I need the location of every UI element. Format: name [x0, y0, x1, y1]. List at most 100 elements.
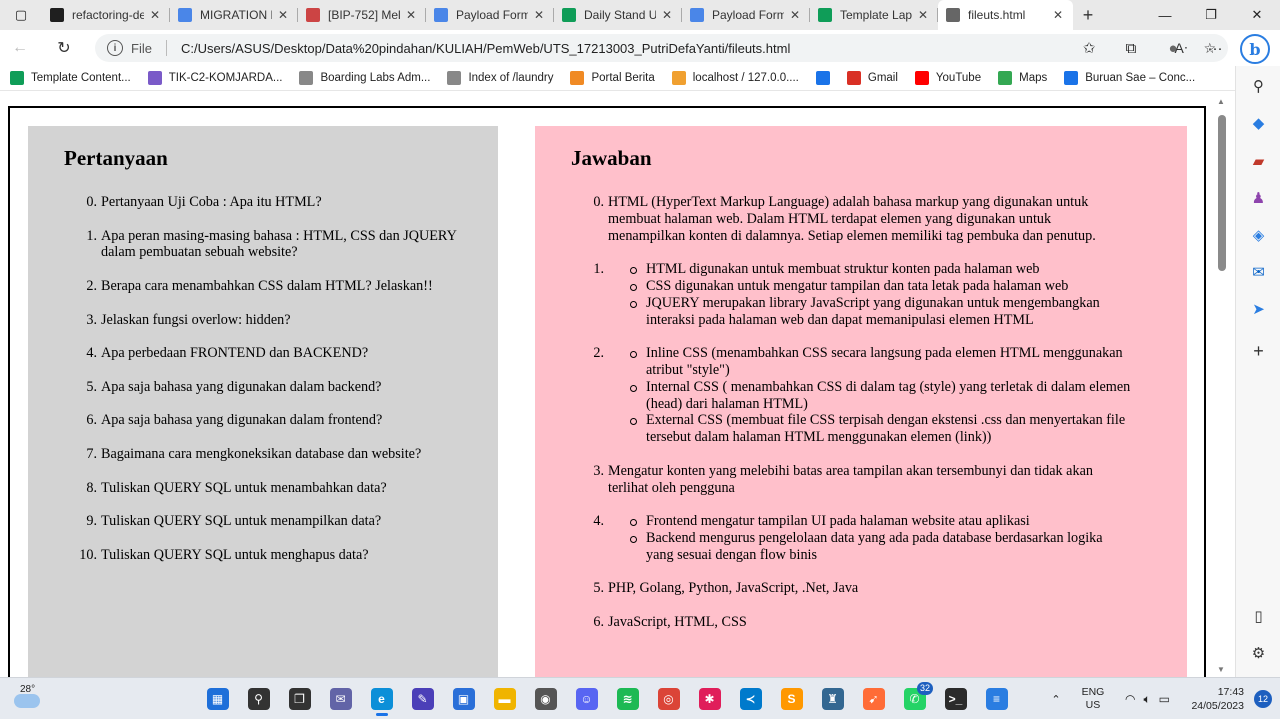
taskbar-vs-editor[interactable]: ✎ — [402, 682, 443, 716]
tag-icon[interactable]: ◆ — [1236, 108, 1280, 138]
clock[interactable]: 17:43 24/05/2023 — [1180, 685, 1250, 713]
question-text: Tuliskan QUERY SQL untuk menambahkan dat… — [101, 479, 387, 496]
collections-icon[interactable]: ⧉ — [1110, 40, 1152, 57]
chat-icon: ✉ — [329, 688, 352, 710]
taskbar-postman[interactable]: ➹ — [853, 682, 894, 716]
weather-widget[interactable]: 28° — [10, 682, 50, 716]
bookmark-1[interactable]: TIK-C2-KOMJARDA... — [147, 71, 282, 85]
tab-label: refactoring-de — [72, 8, 144, 22]
tab-4[interactable]: Daily Stand U ✕ — [554, 0, 682, 30]
url-text[interactable]: C:/Users/ASUS/Desktop/Data%20pindahan/KU… — [181, 41, 790, 56]
chevron-up-icon[interactable]: ⌃ — [1041, 693, 1071, 706]
sheets-icon — [562, 8, 576, 22]
globe-icon — [147, 71, 162, 85]
bookmark-9[interactable]: Maps — [998, 71, 1047, 85]
profile-icon[interactable]: ● — [1152, 40, 1194, 57]
answer-subitem: Inline CSS (menambahkan CSS secara langs… — [630, 345, 1131, 379]
back-button[interactable]: ← — [0, 30, 40, 66]
taskbar-explorer[interactable]: ▬ — [484, 682, 525, 716]
bing-copilot-icon[interactable]: b — [1240, 34, 1270, 64]
settings-icon[interactable]: ⚙ — [1236, 638, 1280, 668]
answer-number: 3. — [593, 462, 604, 479]
taskbar-task-view[interactable]: ❐ — [279, 682, 320, 716]
close-tab-icon[interactable]: ✕ — [404, 8, 418, 22]
taskbar-discord[interactable]: ☺ — [566, 682, 607, 716]
question-number: 5. — [86, 378, 97, 395]
question-item: 1. Apa peran masing-masing bahasa : HTML,… — [64, 228, 464, 262]
answer-item: 1. HTML digunakan untuk membuat struktur … — [571, 261, 1131, 328]
taskbar-search[interactable]: ⚲ — [238, 682, 279, 716]
taskbar-spotify[interactable]: ≋ — [607, 682, 648, 716]
minimize-icon[interactable]: — — [1142, 0, 1188, 30]
taskbar-vscode[interactable]: ≺ — [730, 682, 771, 716]
close-tab-icon[interactable]: ✕ — [148, 8, 162, 22]
taskbar-notepad[interactable]: ≡ — [976, 682, 1017, 716]
close-window-icon[interactable]: ✕ — [1234, 0, 1280, 30]
bookmark-0[interactable]: Template Content... — [10, 71, 131, 85]
question-item: 8. Tuliskan QUERY SQL untuk menambahkan d… — [64, 480, 464, 497]
tab-7[interactable]: fileuts.html ✕ — [938, 0, 1073, 30]
games-icon[interactable]: ♟ — [1236, 183, 1280, 213]
question-item: 0. Pertanyaan Uji Coba : Apa itu HTML? — [64, 194, 464, 211]
address-bar[interactable]: i File C:/Users/ASUS/Desktop/Data%20pind… — [95, 34, 1228, 62]
taskbar-chrome[interactable]: ◎ — [648, 682, 689, 716]
docs-icon — [434, 8, 448, 22]
refresh-button[interactable]: ↻ — [44, 30, 84, 66]
info-icon[interactable]: i — [107, 40, 123, 56]
add-icon[interactable]: + — [1236, 336, 1280, 366]
tab-6[interactable]: Template Lap ✕ — [810, 0, 938, 30]
scroll-up-icon[interactable]: ▲ — [1217, 97, 1225, 106]
system-tray: ⌃ ENG US ◠ 🔈︎ ▭ 17:43 24/05/2023 12 — [1041, 678, 1280, 719]
taskbar-sublime[interactable]: S — [771, 682, 812, 716]
bookmark-2[interactable]: Boarding Labs Adm... — [299, 71, 430, 85]
tab-3[interactable]: Payload Form ✕ — [426, 0, 554, 30]
bookmark-3[interactable]: Index of /laundry — [447, 71, 553, 85]
outlook-icon[interactable]: ✉ — [1236, 257, 1280, 287]
taskbar-slack[interactable]: ✱ — [689, 682, 730, 716]
bookmark-label: Boarding Labs Adm... — [320, 72, 431, 84]
close-tab-icon[interactable]: ✕ — [660, 8, 674, 22]
bookmark-5[interactable]: localhost / 127.0.0.... — [671, 71, 799, 85]
taskbar-terminal[interactable]: >_ — [935, 682, 976, 716]
gmail-icon — [846, 71, 861, 85]
taskbar-start[interactable]: ▦ — [197, 682, 238, 716]
tab-5[interactable]: Payload Form ✕ — [682, 0, 810, 30]
tab-0[interactable]: refactoring-de ✕ — [42, 0, 170, 30]
taskbar-edge[interactable]: e — [361, 682, 402, 716]
taskbar-whatsapp[interactable]: ✆ 32 — [894, 682, 935, 716]
scroll-thumb[interactable] — [1218, 115, 1226, 271]
taskbar-teams-chat[interactable]: ✉ — [320, 682, 361, 716]
bookmark-10[interactable]: Buruan Sae – Conc... — [1064, 71, 1195, 85]
taskbar-pgadmin[interactable]: ♜ — [812, 682, 853, 716]
vertical-scrollbar[interactable]: ▲ ▼ — [1212, 91, 1235, 677]
notification-badge[interactable]: 12 — [1254, 690, 1272, 708]
bookmarks-bar: Template Content... TIK-C2-KOMJARDA... Boa… — [0, 66, 1235, 90]
m365-icon[interactable]: ◈ — [1236, 220, 1280, 250]
send-icon[interactable]: ➤ — [1236, 294, 1280, 324]
search-icon[interactable]: ⚲ — [1236, 71, 1280, 101]
bookmark-4[interactable]: Portal Berita — [570, 71, 655, 85]
maximize-icon[interactable]: ❐ — [1188, 0, 1234, 30]
close-tab-icon[interactable]: ✕ — [788, 8, 802, 22]
tab-actions-icon[interactable]: ▢ — [0, 0, 42, 30]
more-menu-icon[interactable]: ··· — [1194, 40, 1236, 57]
bookmark-6[interactable] — [815, 71, 830, 85]
bookmark-7[interactable]: Gmail — [846, 71, 898, 85]
favorites-icon[interactable]: ✩ — [1068, 39, 1110, 57]
briefcase-icon[interactable]: ▰ — [1236, 146, 1280, 176]
close-tab-icon[interactable]: ✕ — [916, 8, 930, 22]
tab-1[interactable]: MIGRATION D ✕ — [170, 0, 298, 30]
tab-2[interactable]: [BIP-752] Mel ✕ — [298, 0, 426, 30]
sidebar-toggle-icon[interactable]: ▯ — [1236, 601, 1280, 631]
lang-line1: ENG — [1081, 686, 1105, 698]
scroll-down-icon[interactable]: ▼ — [1217, 665, 1225, 674]
close-tab-icon[interactable]: ✕ — [276, 8, 290, 22]
taskbar-camera[interactable]: ◉ — [525, 682, 566, 716]
new-tab-button[interactable]: + — [1073, 0, 1103, 30]
language-indicator[interactable]: ENG US — [1071, 686, 1115, 712]
system-icons[interactable]: ◠ 🔈︎ ▭ — [1115, 692, 1180, 707]
close-tab-icon[interactable]: ✕ — [1051, 8, 1065, 22]
close-tab-icon[interactable]: ✕ — [532, 8, 546, 22]
bookmark-8[interactable]: YouTube — [914, 71, 981, 85]
taskbar-store[interactable]: ▣ — [443, 682, 484, 716]
